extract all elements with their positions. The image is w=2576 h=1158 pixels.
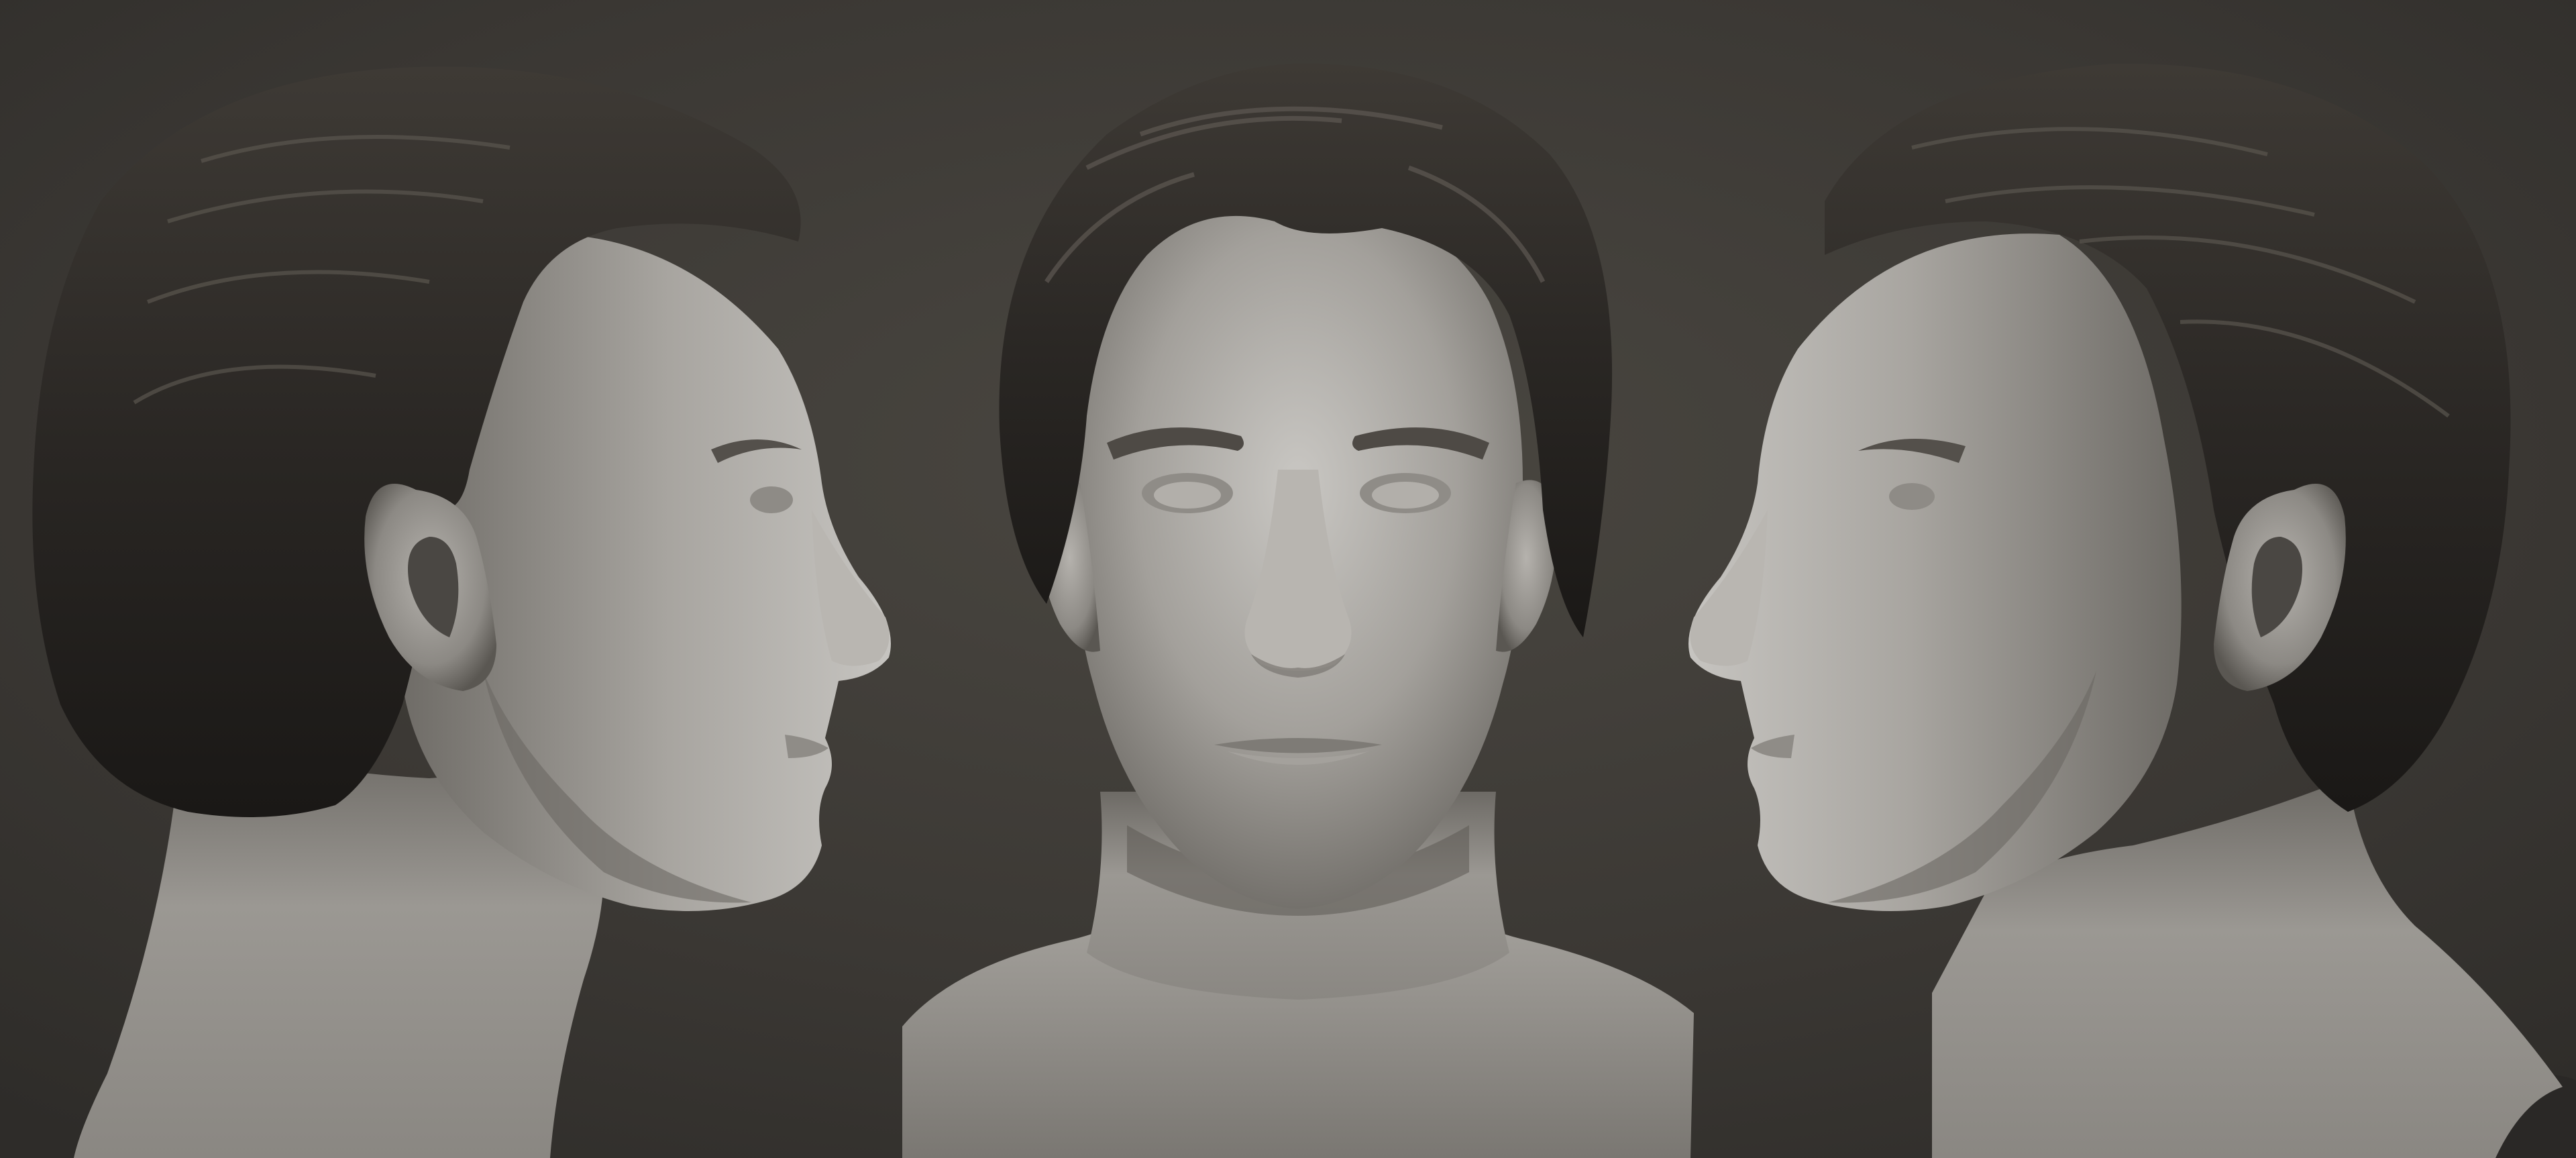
eye-front-right-ball	[1372, 482, 1439, 509]
eye-right-view	[1889, 483, 1935, 510]
render-canvas	[0, 0, 2576, 1158]
eye-front-left-ball	[1154, 482, 1221, 509]
eye-left-view	[750, 486, 793, 513]
turnaround-render	[0, 0, 2576, 1158]
